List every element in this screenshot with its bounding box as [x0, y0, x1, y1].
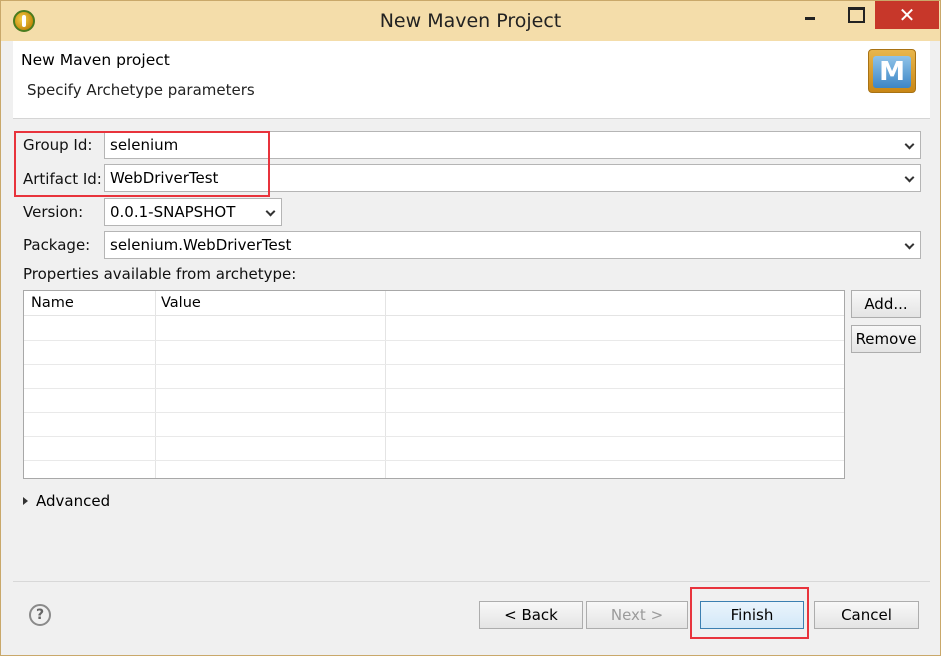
- chevron-down-icon[interactable]: [904, 172, 915, 183]
- wizard-header: New Maven project Specify Archetype para…: [13, 41, 930, 119]
- finish-button[interactable]: Finish: [700, 601, 804, 629]
- chevron-down-icon[interactable]: [265, 206, 276, 217]
- cancel-button[interactable]: Cancel: [814, 601, 919, 629]
- close-button[interactable]: ✕: [875, 1, 939, 29]
- package-combo[interactable]: selenium.WebDriverTest: [104, 231, 921, 259]
- dialog-window: New Maven Project ✕ New Maven project Sp…: [0, 0, 941, 656]
- chevron-down-icon[interactable]: [904, 239, 915, 250]
- row-divider: [24, 436, 844, 437]
- maven-icon-letter: M: [873, 56, 911, 88]
- package-value: selenium.WebDriverTest: [110, 236, 292, 254]
- group-id-value: selenium: [110, 136, 179, 154]
- artifact-id-label: Artifact Id:: [23, 170, 102, 188]
- package-label: Package:: [23, 236, 91, 254]
- artifact-id-combo[interactable]: WebDriverTest: [104, 164, 921, 192]
- title-bar[interactable]: New Maven Project ✕: [1, 1, 940, 41]
- column-divider: [385, 291, 386, 478]
- row-divider: [24, 412, 844, 413]
- column-header-name[interactable]: Name: [31, 295, 74, 311]
- group-id-label: Group Id:: [23, 136, 93, 154]
- chevron-down-icon[interactable]: [904, 139, 915, 150]
- properties-label: Properties available from archetype:: [23, 265, 297, 283]
- back-button[interactable]: < Back: [479, 601, 583, 629]
- advanced-toggle[interactable]: Advanced: [23, 492, 110, 510]
- add-property-button[interactable]: Add...: [851, 290, 921, 318]
- expand-triangle-icon: [23, 497, 28, 505]
- remove-property-button[interactable]: Remove: [851, 325, 921, 353]
- column-divider: [155, 291, 156, 478]
- wizard-title: New Maven project: [21, 51, 170, 69]
- wizard-footer: ? < Back Next > Finish Cancel: [13, 581, 930, 645]
- minimize-button[interactable]: [793, 1, 827, 29]
- maximize-button[interactable]: [839, 1, 873, 29]
- maven-icon: M: [868, 49, 916, 93]
- group-id-combo[interactable]: selenium: [104, 131, 921, 159]
- next-button[interactable]: Next >: [586, 601, 688, 629]
- version-value: 0.0.1-SNAPSHOT: [110, 203, 236, 221]
- wizard-description: Specify Archetype parameters: [27, 81, 255, 99]
- properties-table[interactable]: Name Value: [23, 290, 845, 479]
- column-header-value[interactable]: Value: [161, 295, 201, 311]
- advanced-label: Advanced: [36, 492, 111, 510]
- help-icon[interactable]: ?: [29, 604, 51, 626]
- table-header: Name Value: [24, 291, 844, 316]
- row-divider: [24, 460, 844, 461]
- row-divider: [24, 388, 844, 389]
- version-combo[interactable]: 0.0.1-SNAPSHOT: [104, 198, 282, 226]
- artifact-id-value: WebDriverTest: [110, 169, 219, 187]
- version-label: Version:: [23, 203, 84, 221]
- row-divider: [24, 340, 844, 341]
- row-divider: [24, 364, 844, 365]
- wizard-content: Group Id: selenium Artifact Id: WebDrive…: [13, 119, 930, 581]
